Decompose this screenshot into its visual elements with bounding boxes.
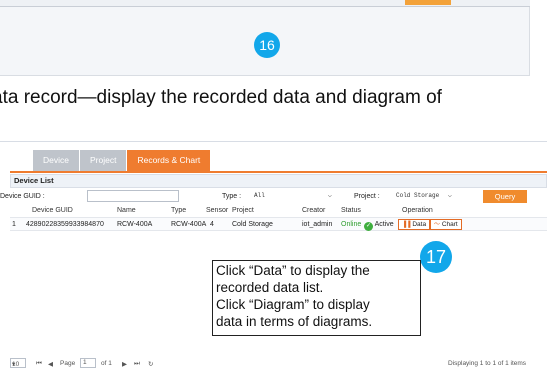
data-list-icon: ▐▐ [402,222,411,228]
step-badge-17: 17 [420,241,452,273]
guid-label: Device GUID : [0,193,45,200]
column-header[interactable]: Creator [302,207,325,214]
chart-button-label: Chart [441,221,458,228]
type-select[interactable]: All ⌵ [250,190,336,202]
column-header[interactable]: Status [341,207,361,214]
filter-bar: Device GUID : Type : All ⌵ Project : Col… [0,189,547,205]
row-creator: iot_admin [302,221,333,228]
status-active-label: Active [374,221,394,228]
refresh-icon[interactable]: ↻ [148,360,153,368]
chevron-down-icon: ⌵ [447,192,452,200]
callout-line: Click “Data” to display the [216,263,370,278]
column-header[interactable]: Operation [402,207,433,214]
project-label: Project : [354,193,380,200]
chevron-down-icon: ⌵ [327,192,332,200]
project-select[interactable]: Cold Storage ⌵ [392,190,456,202]
section-caption: ata record—display the recorded data and… [0,87,442,108]
chevron-down-icon: ▾ [12,361,16,368]
instruction-callout: Click “Data” to display the recorded dat… [212,260,421,336]
column-header[interactable]: Device GUID [32,207,73,214]
display-summary: Displaying 1 to 1 of 1 items [448,360,527,367]
step-badge-16: 16 [254,32,280,58]
tab-underline [10,171,547,173]
status-online: Online [341,221,362,228]
column-header[interactable]: Sensor [206,207,228,214]
tab-project[interactable]: Project [79,150,127,171]
pagination-bar: 10 ▾ ⏮ ◀ Page 1 of 1 ▶ ⏭ ↻ Displaying 1 t… [10,358,547,370]
page-label: Page [60,360,76,367]
previous-step-button [405,0,451,5]
tab-device[interactable]: Device [33,150,79,171]
column-header[interactable]: Project [232,207,254,214]
last-page-icon[interactable]: ⏭ [134,360,140,368]
line-chart-icon: 〜 [434,222,441,228]
type-select-value: All [254,192,265,199]
next-page-icon[interactable]: ▶ [122,360,127,368]
page-count: of 1 [101,360,112,367]
table-header: Device GUID Name Type Sensor Project Cre… [10,207,547,217]
data-button-label: Data [412,221,427,228]
prev-page-icon[interactable]: ◀ [48,360,53,368]
tab-bar: Device Project Records & Chart [33,150,211,171]
chart-button[interactable]: 〜 Chart [430,219,462,230]
row-index: 1 [12,221,16,228]
column-header[interactable]: Type [171,207,186,214]
check-circle-icon: ✓ [364,222,373,231]
row-type: RCW-400A [171,221,207,228]
row-guid: 42890228359933984870 [26,221,104,228]
query-button[interactable]: Query [483,190,527,203]
data-button[interactable]: ▐▐ Data [398,219,431,230]
callout-line: recorded data list. [216,280,324,295]
project-select-value: Cold Storage [396,192,440,199]
guid-input[interactable] [87,190,179,202]
row-project: Cold Storage [232,221,273,228]
callout-line: Click “Diagram” to display [216,297,370,312]
type-label: Type : [222,193,242,200]
column-header[interactable]: Name [117,207,136,214]
first-page-icon[interactable]: ⏮ [36,360,42,368]
row-sensor: 4 [210,221,214,228]
tab-records-chart[interactable]: Records & Chart [127,150,211,171]
row-name: RCW-400A [117,221,153,228]
status-active: ✓ Active [364,221,394,231]
callout-line: data in terms of diagrams. [216,314,373,329]
panel-title: Device List [10,174,547,188]
table-row[interactable]: 1 42890228359933984870 RCW-400A RCW-400A… [10,217,547,231]
page-number-input[interactable]: 1 [80,358,96,368]
page-size-select[interactable]: 10 ▾ [10,358,26,368]
